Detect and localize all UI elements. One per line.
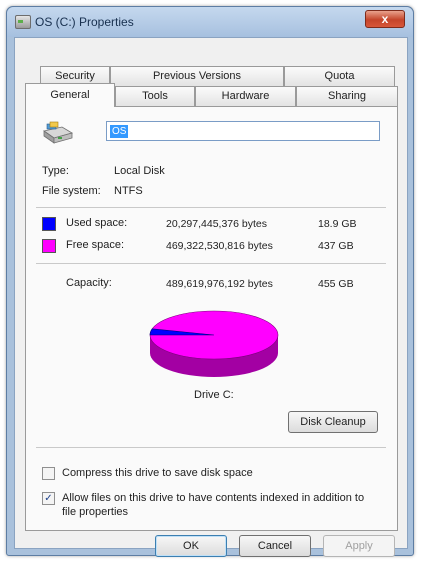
type-value: Local Disk <box>114 165 165 177</box>
title-bar[interactable]: OS (C:) Properties x <box>7 7 413 37</box>
capacity-size: 455 GB <box>318 278 354 290</box>
general-panel: OS Type: Local Disk File system: NTFS Us… <box>25 106 398 531</box>
close-button[interactable]: x <box>365 10 405 28</box>
drive-icon <box>15 15 31 29</box>
divider <box>36 263 386 264</box>
tab-tools[interactable]: Tools <box>115 86 195 106</box>
file-system-value: NTFS <box>114 185 143 197</box>
compress-label[interactable]: Compress this drive to save disk space <box>62 467 253 479</box>
ok-button[interactable]: OK <box>155 535 227 557</box>
tab-hardware[interactable]: Hardware <box>195 86 296 106</box>
tab-previous-versions[interactable]: Previous Versions <box>110 66 284 86</box>
disk-usage-pie <box>149 310 279 377</box>
type-label: Type: <box>42 165 69 177</box>
drive-caption: Drive C: <box>194 389 234 401</box>
hard-drive-icon <box>43 121 74 144</box>
drive-name-input[interactable]: OS <box>106 121 380 141</box>
apply-button[interactable]: Apply <box>323 535 395 557</box>
tab-general[interactable]: General <box>25 83 115 107</box>
free-space-label: Free space: <box>66 239 125 251</box>
dialog-body: Security Previous Versions Quota General… <box>14 37 408 557</box>
tab-quota[interactable]: Quota <box>284 66 395 86</box>
used-space-label: Used space: <box>66 217 128 229</box>
file-system-label: File system: <box>42 185 101 197</box>
capacity-bytes: 489,619,976,192 bytes <box>166 278 273 290</box>
drive-name-text: OS <box>110 125 129 138</box>
index-checkbox[interactable]: ✓ <box>42 492 55 505</box>
used-space-size: 18.9 GB <box>318 218 357 230</box>
divider <box>36 447 386 448</box>
disk-cleanup-button[interactable]: Disk Cleanup <box>288 411 378 433</box>
free-space-swatch <box>42 239 56 253</box>
index-label-line2[interactable]: file properties <box>62 506 128 518</box>
capacity-label: Capacity: <box>66 277 112 289</box>
divider <box>36 207 386 208</box>
tab-sharing[interactable]: Sharing <box>296 86 398 106</box>
cancel-button[interactable]: Cancel <box>239 535 311 557</box>
index-label[interactable]: Allow files on this drive to have conten… <box>62 492 364 504</box>
free-space-bytes: 469,322,530,816 bytes <box>166 240 273 252</box>
properties-dialog: OS (C:) Properties x Security Previous V… <box>6 6 414 557</box>
check-mark-icon: ✓ <box>44 493 53 504</box>
window-title: OS (C:) Properties <box>35 15 134 29</box>
free-space-size: 437 GB <box>318 240 354 252</box>
used-space-swatch <box>42 217 56 231</box>
used-space-bytes: 20,297,445,376 bytes <box>166 218 268 230</box>
compress-checkbox[interactable] <box>42 467 55 480</box>
